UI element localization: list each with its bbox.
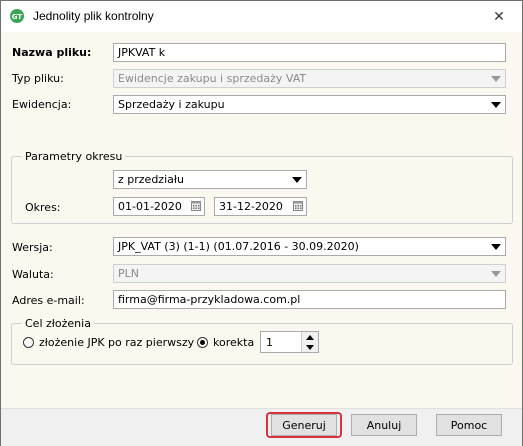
register-select[interactable]: Sprzedaży i zakupu bbox=[113, 95, 506, 114]
chevron-down-icon bbox=[491, 102, 501, 108]
purpose-group-title: Cel złożenia bbox=[22, 317, 94, 330]
currency-select: PLN bbox=[113, 264, 506, 283]
first-submission-radio[interactable] bbox=[23, 337, 34, 348]
register-label: Ewidencja: bbox=[12, 98, 72, 111]
close-button[interactable]: ✕ bbox=[476, 1, 522, 32]
calendar-icon[interactable] bbox=[293, 201, 303, 211]
dialog-body: Nazwa pliku: JPKVAT k Typ pliku: Ewidenc… bbox=[1, 32, 522, 408]
register-value: Sprzedaży i zakupu bbox=[118, 98, 225, 111]
email-input[interactable]: firma@firma-przykladowa.com.pl bbox=[113, 290, 506, 309]
chevron-down-icon bbox=[491, 244, 501, 250]
dialog-window: GT Jednolity plik kontrolny ✕ Nazwa plik… bbox=[0, 0, 523, 446]
window-title: Jednolity plik kontrolny bbox=[33, 9, 154, 23]
date-to-input[interactable]: 31-12-2020 bbox=[214, 197, 307, 216]
help-button[interactable]: Pomoc bbox=[436, 414, 502, 436]
period-mode-value: z przedziału bbox=[118, 173, 184, 186]
stepper-down-button[interactable] bbox=[301, 342, 318, 352]
stepper-up-button[interactable] bbox=[301, 332, 318, 342]
correction-radio[interactable] bbox=[197, 337, 208, 348]
title-bar: GT Jednolity plik kontrolny ✕ bbox=[1, 1, 522, 32]
date-from-input[interactable]: 01-01-2020 bbox=[113, 197, 205, 216]
email-label: Adres e-mail: bbox=[12, 294, 85, 307]
file-type-label: Typ pliku: bbox=[12, 72, 64, 85]
svg-text:GT: GT bbox=[12, 13, 23, 21]
first-submission-label[interactable]: złożenie JPK po raz pierwszy bbox=[39, 336, 194, 349]
date-from-value: 01-01-2020 bbox=[118, 200, 182, 213]
currency-value: PLN bbox=[118, 267, 139, 280]
period-mode-select[interactable]: z przedziału bbox=[113, 170, 307, 189]
chevron-down-icon bbox=[292, 177, 302, 183]
radio-selected-dot bbox=[200, 340, 205, 345]
version-select[interactable]: JPK_VAT (3) (1-1) (01.07.2016 - 30.09.20… bbox=[113, 237, 506, 256]
currency-label: Waluta: bbox=[12, 268, 54, 281]
app-logo-icon: GT bbox=[10, 9, 24, 23]
date-to-value: 31-12-2020 bbox=[219, 200, 283, 213]
correction-label[interactable]: korekta bbox=[213, 336, 254, 349]
chevron-down-icon bbox=[491, 76, 501, 82]
period-group-title: Parametry okresu bbox=[22, 150, 126, 163]
chevron-down-icon bbox=[491, 271, 501, 277]
arrow-up-icon bbox=[306, 334, 314, 340]
version-label: Wersja: bbox=[12, 241, 53, 254]
cancel-button[interactable]: Anuluj bbox=[351, 414, 417, 436]
file-type-select: Ewidencje zakupu i sprzedaży VAT bbox=[113, 69, 506, 88]
correction-number-value: 1 bbox=[266, 336, 273, 349]
file-name-input[interactable]: JPKVAT k bbox=[113, 43, 506, 62]
version-value: JPK_VAT (3) (1-1) (01.07.2016 - 30.09.20… bbox=[118, 240, 359, 253]
file-name-label: Nazwa pliku: bbox=[12, 46, 92, 59]
generate-button-highlight bbox=[266, 412, 342, 438]
correction-number-stepper[interactable]: 1 bbox=[260, 331, 319, 353]
arrow-down-icon bbox=[306, 344, 314, 350]
file-type-value: Ewidencje zakupu i sprzedaży VAT bbox=[118, 72, 307, 85]
calendar-icon[interactable] bbox=[191, 201, 201, 211]
period-label: Okres: bbox=[25, 201, 61, 214]
